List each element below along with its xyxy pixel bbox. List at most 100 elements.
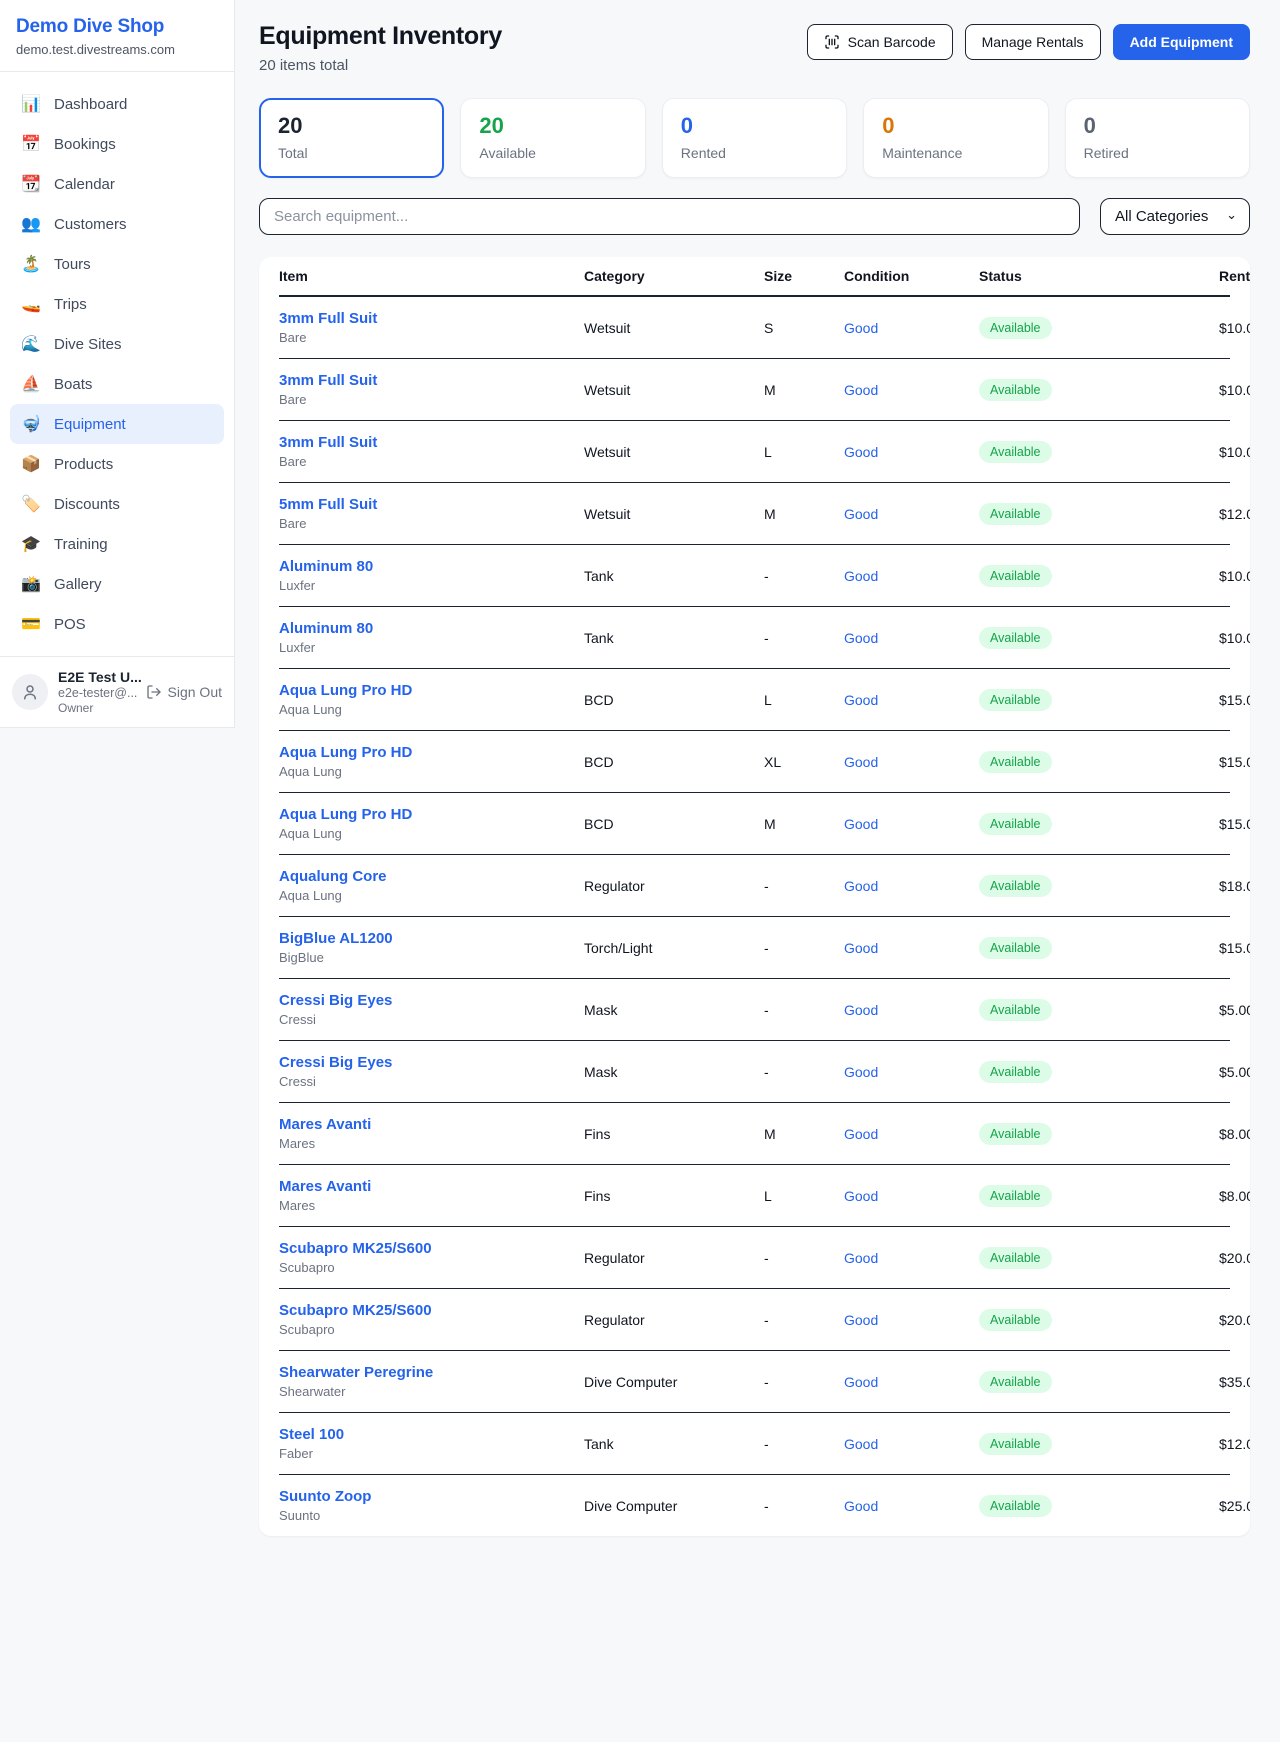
search-input[interactable]	[259, 198, 1080, 235]
sign-out-label: Sign Out	[168, 684, 222, 700]
status-badge: Available	[979, 937, 1052, 959]
condition-link[interactable]: Good	[844, 1250, 878, 1266]
table-row: Suunto Zoop Suunto Dive Computer - Good …	[279, 1475, 1230, 1536]
item-name-link[interactable]: Aqua Lung Pro HD	[279, 682, 584, 699]
condition-link[interactable]: Good	[844, 878, 878, 894]
category-cell: Dive Computer	[584, 1361, 764, 1403]
status-badge: Available	[979, 875, 1052, 897]
item-name-link[interactable]: Steel 100	[279, 1426, 584, 1443]
category-cell: BCD	[584, 741, 764, 783]
condition-link[interactable]: Good	[844, 692, 878, 708]
item-name-link[interactable]: 5mm Full Suit	[279, 496, 584, 513]
sidebar-item[interactable]: 📦 Products	[10, 444, 224, 484]
item-name-link[interactable]: Mares Avanti	[279, 1116, 584, 1133]
size-cell: M	[764, 803, 844, 845]
item-name-link[interactable]: Shearwater Peregrine	[279, 1364, 584, 1381]
sidebar-item[interactable]: ⛵ Boats	[10, 364, 224, 404]
item-cell: 3mm Full Suit Bare	[279, 359, 584, 420]
stat-card[interactable]: 0 Rented	[662, 98, 847, 178]
condition-link[interactable]: Good	[844, 506, 878, 522]
stat-card[interactable]: 20 Available	[460, 98, 645, 178]
condition-link[interactable]: Good	[844, 382, 878, 398]
item-name-link[interactable]: 3mm Full Suit	[279, 310, 584, 327]
status-badge: Available	[979, 1185, 1052, 1207]
condition-link[interactable]: Good	[844, 1312, 878, 1328]
item-name-link[interactable]: 3mm Full Suit	[279, 372, 584, 389]
item-name-link[interactable]: BigBlue AL1200	[279, 930, 584, 947]
table-header-row: Item Category Size Condition Status Rent…	[279, 257, 1230, 297]
condition-link[interactable]: Good	[844, 1498, 878, 1514]
brand-domain: demo.test.divestreams.com	[16, 42, 218, 57]
category-cell: Regulator	[584, 1237, 764, 1279]
rental-cell: $25.00/day	[1219, 1485, 1250, 1527]
stat-card[interactable]: 0 Retired	[1065, 98, 1250, 178]
item-cell: Aqua Lung Pro HD Aqua Lung	[279, 793, 584, 854]
item-name-link[interactable]: Suunto Zoop	[279, 1488, 584, 1505]
condition-cell: Good	[844, 741, 979, 783]
sign-out-button[interactable]: Sign Out	[146, 684, 222, 700]
condition-link[interactable]: Good	[844, 940, 878, 956]
item-brand: Mares	[279, 1136, 584, 1151]
item-name-link[interactable]: Mares Avanti	[279, 1178, 584, 1195]
item-cell: Suunto Zoop Suunto	[279, 1475, 584, 1536]
condition-link[interactable]: Good	[844, 1064, 878, 1080]
item-name-link[interactable]: Cressi Big Eyes	[279, 992, 584, 1009]
scan-barcode-button[interactable]: Scan Barcode	[807, 24, 953, 60]
item-name-link[interactable]: 3mm Full Suit	[279, 434, 584, 451]
sidebar-item[interactable]: 🤿 Equipment	[10, 404, 224, 444]
table-row: 5mm Full Suit Bare Wetsuit M Good Availa…	[279, 483, 1230, 545]
sidebar-item[interactable]: 📊 Dashboard	[10, 84, 224, 124]
condition-link[interactable]: Good	[844, 1374, 878, 1390]
item-name-link[interactable]: Aqualung Core	[279, 868, 584, 885]
sidebar-item[interactable]: 💳 POS	[10, 604, 224, 644]
condition-link[interactable]: Good	[844, 630, 878, 646]
sidebar-item[interactable]: 👥 Customers	[10, 204, 224, 244]
sidebar-item[interactable]: 🎓 Training	[10, 524, 224, 564]
condition-link[interactable]: Good	[844, 816, 878, 832]
item-cell: Cressi Big Eyes Cressi	[279, 979, 584, 1040]
item-name-link[interactable]: Cressi Big Eyes	[279, 1054, 584, 1071]
item-name-link[interactable]: Aqua Lung Pro HD	[279, 806, 584, 823]
sidebar-item[interactable]: 🚤 Trips	[10, 284, 224, 324]
item-name-link[interactable]: Scubapro MK25/S600	[279, 1240, 584, 1257]
sidebar-item[interactable]: 🏝️ Tours	[10, 244, 224, 284]
item-name-link[interactable]: Aqua Lung Pro HD	[279, 744, 584, 761]
status-cell: Available	[979, 986, 1219, 1034]
condition-link[interactable]: Good	[844, 320, 878, 336]
filter-bar: All Categories ⌄	[259, 198, 1250, 235]
category-cell: Wetsuit	[584, 493, 764, 535]
category-select[interactable]: All Categories ⌄	[1100, 198, 1250, 235]
item-brand: Aqua Lung	[279, 702, 584, 717]
item-brand: Luxfer	[279, 578, 584, 593]
add-equipment-button[interactable]: Add Equipment	[1113, 24, 1250, 60]
size-cell: L	[764, 679, 844, 721]
sidebar-item[interactable]: 📸 Gallery	[10, 564, 224, 604]
condition-link[interactable]: Good	[844, 1188, 878, 1204]
manage-rentals-button[interactable]: Manage Rentals	[965, 24, 1101, 60]
size-cell: -	[764, 1051, 844, 1093]
status-cell: Available	[979, 366, 1219, 414]
condition-link[interactable]: Good	[844, 1002, 878, 1018]
stat-card[interactable]: 0 Maintenance	[863, 98, 1048, 178]
size-cell: -	[764, 1423, 844, 1465]
size-cell: -	[764, 555, 844, 597]
sidebar-item[interactable]: 🏷️ Discounts	[10, 484, 224, 524]
item-brand: Scubapro	[279, 1322, 584, 1337]
status-badge: Available	[979, 689, 1052, 711]
condition-link[interactable]: Good	[844, 754, 878, 770]
item-cell: 3mm Full Suit Bare	[279, 421, 584, 482]
item-name-link[interactable]: Aluminum 80	[279, 558, 584, 575]
diving-mask-icon: 🤿	[20, 414, 42, 434]
sidebar-item[interactable]: 📆 Calendar	[10, 164, 224, 204]
condition-link[interactable]: Good	[844, 444, 878, 460]
condition-link[interactable]: Good	[844, 568, 878, 584]
stat-card[interactable]: 20 Total	[259, 98, 444, 178]
sidebar-item[interactable]: 🌊 Dive Sites	[10, 324, 224, 364]
condition-link[interactable]: Good	[844, 1436, 878, 1452]
condition-link[interactable]: Good	[844, 1126, 878, 1142]
item-name-link[interactable]: Aluminum 80	[279, 620, 584, 637]
brand-block: Demo Dive Shop demo.test.divestreams.com	[0, 0, 234, 72]
stat-cards: 20 Total 20 Available 0 Rented 0 Mainten…	[259, 98, 1250, 178]
sidebar-item[interactable]: 📅 Bookings	[10, 124, 224, 164]
item-name-link[interactable]: Scubapro MK25/S600	[279, 1302, 584, 1319]
